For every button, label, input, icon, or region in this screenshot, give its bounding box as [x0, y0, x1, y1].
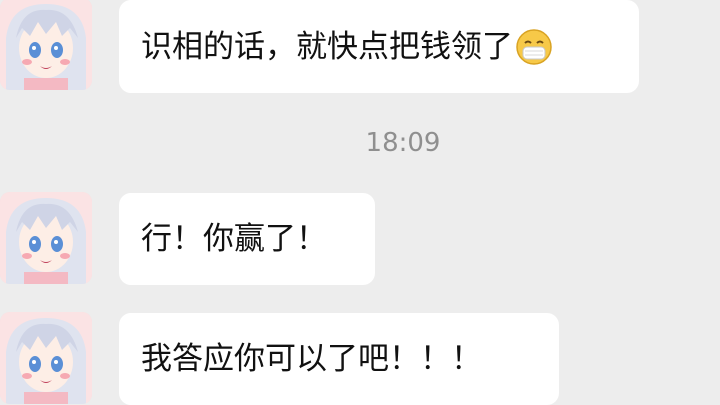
message-text: 我答应你可以了吧！！！ — [141, 341, 482, 377]
timestamp: 18:09 — [365, 128, 441, 158]
avatar[interactable] — [0, 192, 92, 284]
anime-girl-avatar-icon — [0, 0, 92, 90]
avatar[interactable] — [0, 0, 92, 90]
message-text: 识相的话，就快点把钱领了 — [141, 28, 513, 65]
message-bubble[interactable]: 我答应你可以了吧！！！ — [119, 313, 559, 405]
chat-area: 识相的话，就快点把钱领了 18:09 行！你赢了！ 我答应你可以了吧！！！ — [0, 0, 720, 405]
anime-girl-avatar-icon — [0, 312, 92, 404]
anime-girl-avatar-icon — [0, 192, 92, 284]
message-bubble[interactable]: 行！你赢了！ — [119, 193, 375, 285]
avatar[interactable] — [0, 312, 92, 404]
mask-face-emoji-icon — [515, 28, 553, 66]
message-bubble[interactable]: 识相的话，就快点把钱领了 — [119, 0, 639, 93]
message-text: 行！你赢了！ — [141, 221, 327, 257]
